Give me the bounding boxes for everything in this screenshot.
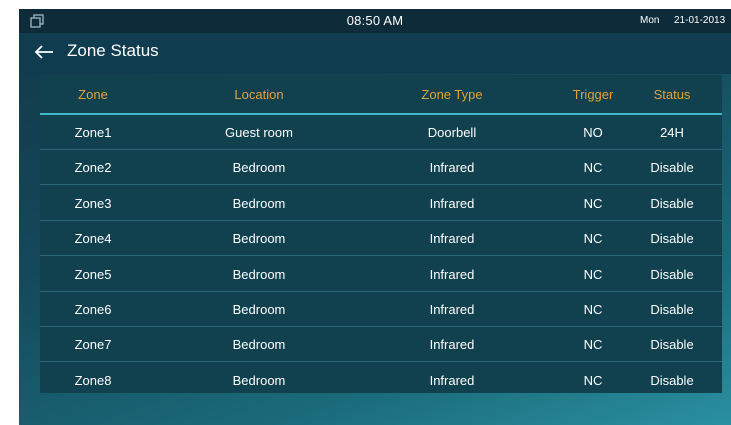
status-day: Mon [640, 15, 660, 26]
trigger-cell: NC [583, 372, 603, 388]
zone-cell: Zone8 [74, 372, 112, 388]
zone-cell: Zone1 [74, 125, 112, 140]
status-time: 08:50 AM [346, 13, 404, 28]
zone-table: Zone Location Zone Type Trigger Status Z… [40, 75, 722, 393]
status-cell: Disable [650, 372, 694, 388]
table-row[interactable]: Zone6 Bedroom Infrared NC Disable [40, 292, 722, 327]
header: Zone Status [19, 33, 731, 74]
status-cell: Disable [650, 231, 694, 247]
zone-type-cell: Infrared [429, 195, 475, 211]
table-row[interactable]: Zone3 Bedroom Infrared NC Disable [40, 186, 722, 221]
zone-cell: Zone3 [74, 195, 112, 211]
column-header-zone-type: Zone Type [421, 87, 483, 102]
zone-type-cell: Infrared [429, 266, 475, 282]
location-cell: Guest room [225, 125, 293, 140]
zone-type-cell: Infrared [429, 231, 475, 247]
zone-cell: Zone2 [74, 160, 112, 176]
trigger-cell: NC [583, 266, 603, 282]
location-cell: Bedroom [232, 160, 286, 176]
status-date: 21-01-2013 [674, 15, 726, 26]
column-header-zone: Zone [78, 87, 108, 102]
status-bar: 08:50 AM Mon 21-01-2013 [19, 9, 731, 33]
trigger-cell: NC [583, 231, 603, 247]
status-cell: Disable [650, 195, 694, 211]
status-cell: 24H [660, 125, 684, 140]
trigger-cell: NC [583, 302, 603, 317]
location-cell: Bedroom [232, 337, 286, 353]
trigger-cell: NC [583, 337, 603, 353]
zone-type-cell: Infrared [429, 302, 475, 317]
zone-type-cell: Infrared [429, 160, 475, 176]
location-cell: Bedroom [232, 195, 286, 211]
column-header-location: Location [234, 87, 284, 102]
column-header-status: Status [653, 87, 691, 102]
status-cell: Disable [650, 266, 694, 282]
table-row[interactable]: Zone4 Bedroom Infrared NC Disable [40, 221, 722, 257]
table-row[interactable]: Zone7 Bedroom Infrared NC Disable [40, 327, 722, 363]
trigger-cell: NC [583, 195, 603, 211]
trigger-cell: NO [583, 125, 603, 140]
location-cell: Bedroom [232, 372, 286, 388]
zone-type-cell: Doorbell [427, 125, 477, 140]
status-cell: Disable [650, 160, 694, 176]
status-cell: Disable [650, 302, 694, 317]
zone-type-cell: Infrared [429, 337, 475, 353]
table-row[interactable]: Zone1 Guest room Doorbell NO 24H [40, 115, 722, 150]
zone-cell: Zone7 [74, 337, 112, 353]
zone-cell: Zone4 [74, 231, 112, 247]
column-header-trigger: Trigger [572, 87, 614, 102]
location-cell: Bedroom [232, 266, 286, 282]
status-cell: Disable [650, 337, 694, 353]
table-row[interactable]: Zone5 Bedroom Infrared NC Disable [40, 257, 722, 292]
trigger-cell: NC [583, 160, 603, 176]
back-arrow-icon[interactable] [34, 44, 54, 60]
table-row[interactable]: Zone8 Bedroom Infrared NC Disable [40, 363, 722, 398]
location-cell: Bedroom [232, 302, 286, 317]
page-title: Zone Status [67, 41, 159, 60]
screen: 08:50 AM Mon 21-01-2013 Zone Status Zone… [19, 9, 731, 425]
table-row[interactable]: Zone2 Bedroom Infrared NC Disable [40, 150, 722, 186]
zone-cell: Zone5 [74, 266, 112, 282]
location-cell: Bedroom [232, 231, 286, 247]
zone-type-cell: Infrared [429, 372, 475, 388]
zone-cell: Zone6 [74, 302, 112, 317]
table-header: Zone Location Zone Type Trigger Status [40, 75, 722, 115]
